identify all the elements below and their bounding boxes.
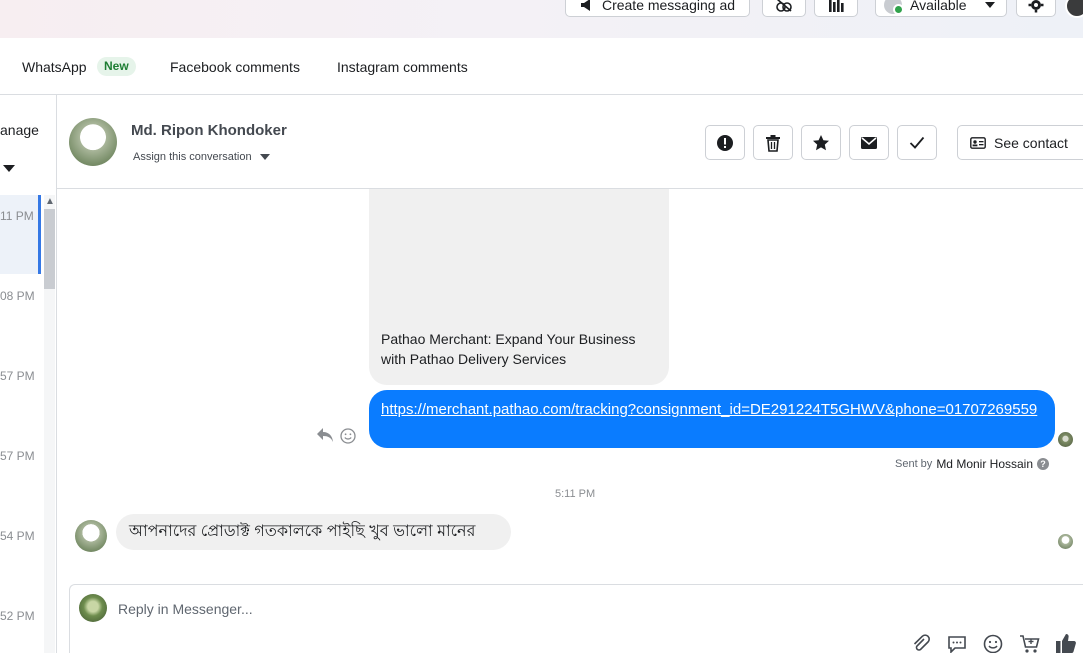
insights-button[interactable] — [814, 0, 858, 17]
scroll-up-icon[interactable]: ▲ — [45, 197, 55, 207]
list-item-time: 08 PM — [0, 289, 35, 303]
conversation-header: Md. Ripon Khondoker Assign this conversa… — [57, 95, 1083, 189]
availability-label: Available — [910, 0, 967, 13]
tab-facebook-comments[interactable]: Facebook comments — [170, 59, 300, 75]
inbox-window: Create messaging ad Available WhatsApp N… — [0, 0, 1083, 653]
message-thread: Pathao Merchant: Expand Your Business wi… — [57, 189, 1083, 584]
tab-instagram-comments[interactable]: Instagram comments — [337, 59, 468, 75]
create-messaging-ad-button[interactable]: Create messaging ad — [565, 0, 750, 17]
link-off-icon — [776, 0, 792, 12]
list-scrollbar[interactable]: ▲ — [44, 195, 55, 653]
list-item-time: 52 PM — [0, 609, 35, 623]
contact-card-icon — [970, 136, 986, 149]
seen-indicator-avatar — [1058, 534, 1073, 549]
alert-icon — [717, 134, 733, 151]
message-timestamp: 5:11 PM — [555, 488, 596, 500]
reply-input[interactable]: Reply in Messenger... — [118, 601, 253, 617]
assign-conversation-dropdown[interactable]: Assign this conversation — [133, 151, 270, 163]
list-item-time: 57 PM — [0, 449, 35, 463]
star-button[interactable] — [801, 125, 841, 160]
availability-avatar-icon — [884, 0, 904, 15]
contact-avatar-small — [75, 520, 107, 552]
see-contact-label: See contact — [994, 134, 1068, 151]
reply-composer: Reply in Messenger... — [69, 584, 1083, 653]
selected-conversation-item[interactable] — [0, 195, 41, 274]
saved-replies-icon[interactable] — [947, 634, 967, 653]
paperclip-icon[interactable] — [911, 634, 931, 653]
thumbs-up-icon[interactable] — [1055, 632, 1077, 653]
envelope-icon — [861, 136, 877, 149]
channel-tabs: WhatsApp New Facebook comments Instagram… — [0, 38, 1083, 95]
page-avatar — [79, 594, 107, 622]
mark-unread-button[interactable] — [849, 125, 889, 160]
filter-dropdown-icon[interactable] — [3, 165, 15, 172]
create-messaging-ad-label: Create messaging ad — [601, 0, 736, 13]
chevron-down-icon — [259, 154, 270, 160]
reply-icon[interactable] — [316, 427, 334, 443]
see-contact-button[interactable]: See contact — [957, 125, 1083, 160]
contact-avatar[interactable] — [69, 118, 117, 166]
react-emoji-icon[interactable] — [340, 428, 356, 444]
list-item-time: 54 PM — [0, 529, 35, 543]
star-icon — [813, 134, 829, 150]
megaphone-icon — [580, 0, 590, 11]
assign-label: Assign this conversation — [133, 151, 252, 163]
trash-icon — [766, 134, 780, 152]
profile-avatar[interactable] — [1065, 0, 1083, 18]
conversation-list: anage 11 PM 08 PM 57 PM 57 PM 54 PM 52 P… — [0, 95, 57, 653]
chevron-down-icon — [984, 1, 995, 8]
shopping-cart-icon[interactable] — [1019, 634, 1041, 653]
new-badge: New — [97, 57, 136, 76]
list-item-time: 11 PM — [0, 209, 34, 223]
emoji-icon[interactable] — [983, 634, 1003, 653]
gear-icon — [1028, 0, 1044, 12]
settings-button[interactable] — [1016, 0, 1056, 17]
bar-chart-icon — [829, 0, 844, 12]
available-dot-icon — [893, 3, 904, 15]
sender-avatar — [1058, 432, 1073, 447]
link-preview-title: Pathao Merchant: Expand Your Business wi… — [381, 331, 636, 367]
availability-dropdown[interactable]: Available — [875, 0, 1007, 17]
manage-link[interactable]: anage — [0, 122, 39, 138]
link-off-button[interactable] — [762, 0, 806, 17]
checkmark-icon — [909, 136, 925, 149]
sent-by-info: Sent by Md Monir Hossain ? — [895, 457, 1050, 471]
sent-by-name: Md Monir Hossain — [936, 457, 1034, 471]
list-item-time: 57 PM — [0, 369, 35, 383]
link-preview-card[interactable]: Pathao Merchant: Expand Your Business wi… — [369, 189, 669, 385]
delete-button[interactable] — [753, 125, 793, 160]
mark-done-button[interactable] — [897, 125, 937, 160]
top-toolbar: Create messaging ad Available — [0, 0, 1083, 38]
scrollbar-thumb[interactable] — [44, 209, 55, 289]
outgoing-message-link[interactable]: https://merchant.pathao.com/tracking?con… — [369, 390, 1055, 448]
contact-name[interactable]: Md. Ripon Khondoker — [131, 122, 287, 139]
mark-spam-button[interactable] — [705, 125, 745, 160]
tab-whatsapp[interactable]: WhatsApp — [22, 59, 87, 75]
help-icon[interactable]: ? — [1037, 458, 1050, 470]
incoming-message[interactable]: আপনাদের প্রোডাক্ট গতকালকে পাইছি খুব ভালো… — [116, 514, 511, 550]
sent-by-prefix: Sent by — [895, 458, 933, 470]
